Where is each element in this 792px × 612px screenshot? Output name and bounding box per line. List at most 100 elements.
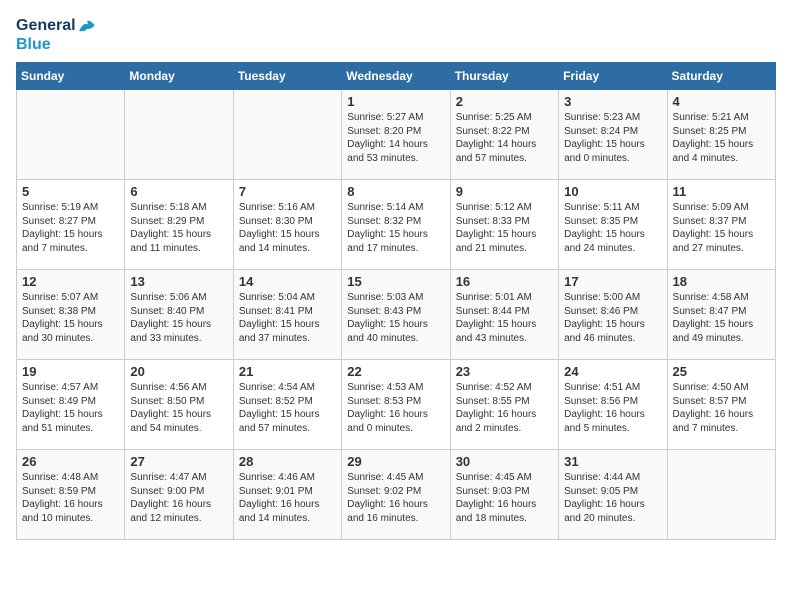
day-number: 26 (22, 454, 119, 469)
header-monday: Monday (125, 63, 233, 90)
day-number: 16 (456, 274, 553, 289)
day-number: 21 (239, 364, 336, 379)
calendar-cell (125, 90, 233, 180)
day-number: 11 (673, 184, 770, 199)
calendar-cell: 23 Sunrise: 4:52 AM Sunset: 8:55 PM Dayli… (450, 360, 558, 450)
day-info: Sunrise: 4:54 AM Sunset: 8:52 PM Dayligh… (239, 381, 336, 435)
header-friday: Friday (559, 63, 667, 90)
day-info: Sunrise: 5:04 AM Sunset: 8:41 PM Dayligh… (239, 291, 336, 345)
calendar-cell: 14 Sunrise: 5:04 AM Sunset: 8:41 PM Dayli… (233, 270, 341, 360)
day-number: 8 (347, 184, 444, 199)
day-info: Sunrise: 4:45 AM Sunset: 9:03 PM Dayligh… (456, 471, 553, 525)
day-info: Sunrise: 4:58 AM Sunset: 8:47 PM Dayligh… (673, 291, 770, 345)
day-info: Sunrise: 5:14 AM Sunset: 8:32 PM Dayligh… (347, 201, 444, 255)
calendar-cell: 16 Sunrise: 5:01 AM Sunset: 8:44 PM Dayli… (450, 270, 558, 360)
day-number: 15 (347, 274, 444, 289)
calendar-cell: 3 Sunrise: 5:23 AM Sunset: 8:24 PM Daylig… (559, 90, 667, 180)
calendar-cell: 10 Sunrise: 5:11 AM Sunset: 8:35 PM Dayli… (559, 180, 667, 270)
calendar-cell: 27 Sunrise: 4:47 AM Sunset: 9:00 PM Dayli… (125, 450, 233, 540)
day-info: Sunrise: 5:19 AM Sunset: 8:27 PM Dayligh… (22, 201, 119, 255)
day-number: 9 (456, 184, 553, 199)
day-number: 1 (347, 94, 444, 109)
logo-text: General Blue (16, 16, 95, 54)
day-number: 31 (564, 454, 661, 469)
calendar-cell: 29 Sunrise: 4:45 AM Sunset: 9:02 PM Dayli… (342, 450, 450, 540)
day-info: Sunrise: 5:16 AM Sunset: 8:30 PM Dayligh… (239, 201, 336, 255)
day-info: Sunrise: 5:25 AM Sunset: 8:22 PM Dayligh… (456, 111, 553, 165)
header-tuesday: Tuesday (233, 63, 341, 90)
calendar-week-row: 26 Sunrise: 4:48 AM Sunset: 8:59 PM Dayli… (17, 450, 776, 540)
day-info: Sunrise: 5:01 AM Sunset: 8:44 PM Dayligh… (456, 291, 553, 345)
calendar-week-row: 19Sunrise: 4:57 AM Sunset: 8:49 PM Dayli… (17, 360, 776, 450)
calendar-cell: 21 Sunrise: 4:54 AM Sunset: 8:52 PM Dayli… (233, 360, 341, 450)
day-info: Sunrise: 5:11 AM Sunset: 8:35 PM Dayligh… (564, 201, 661, 255)
day-info: Sunrise: 5:18 AM Sunset: 8:29 PM Dayligh… (130, 201, 227, 255)
day-info: Sunrise: 4:47 AM Sunset: 9:00 PM Dayligh… (130, 471, 227, 525)
calendar-cell: 13 Sunrise: 5:06 AM Sunset: 8:40 PM Dayli… (125, 270, 233, 360)
calendar-cell (17, 90, 125, 180)
calendar-cell: 31 Sunrise: 4:44 AM Sunset: 9:05 PM Dayli… (559, 450, 667, 540)
day-number: 20 (130, 364, 227, 379)
calendar-cell: 26 Sunrise: 4:48 AM Sunset: 8:59 PM Dayli… (17, 450, 125, 540)
calendar-cell: 15 Sunrise: 5:03 AM Sunset: 8:43 PM Dayli… (342, 270, 450, 360)
day-info: Sunrise: 5:07 AM Sunset: 8:38 PM Dayligh… (22, 291, 119, 345)
calendar-header-row: SundayMondayTuesdayWednesdayThursdayFrid… (17, 63, 776, 90)
day-info: Sunrise: 5:00 AM Sunset: 8:46 PM Dayligh… (564, 291, 661, 345)
calendar-cell: 20Sunrise: 4:56 AM Sunset: 8:50 PM Dayli… (125, 360, 233, 450)
calendar-cell (667, 450, 775, 540)
day-number: 22 (347, 364, 444, 379)
calendar-cell: 8 Sunrise: 5:14 AM Sunset: 8:32 PM Daylig… (342, 180, 450, 270)
day-info: Sunrise: 5:23 AM Sunset: 8:24 PM Dayligh… (564, 111, 661, 165)
day-info: Sunrise: 4:57 AM Sunset: 8:49 PM Dayligh… (22, 381, 119, 435)
calendar-cell: 12 Sunrise: 5:07 AM Sunset: 8:38 PM Dayli… (17, 270, 125, 360)
day-number: 14 (239, 274, 336, 289)
calendar-cell: 28 Sunrise: 4:46 AM Sunset: 9:01 PM Dayli… (233, 450, 341, 540)
day-number: 24 (564, 364, 661, 379)
calendar-cell: 19Sunrise: 4:57 AM Sunset: 8:49 PM Dayli… (17, 360, 125, 450)
day-info: Sunrise: 4:45 AM Sunset: 9:02 PM Dayligh… (347, 471, 444, 525)
day-info: Sunrise: 4:46 AM Sunset: 9:01 PM Dayligh… (239, 471, 336, 525)
day-info: Sunrise: 5:12 AM Sunset: 8:33 PM Dayligh… (456, 201, 553, 255)
day-info: Sunrise: 4:48 AM Sunset: 8:59 PM Dayligh… (22, 471, 119, 525)
day-info: Sunrise: 4:52 AM Sunset: 8:55 PM Dayligh… (456, 381, 553, 435)
day-info: Sunrise: 5:03 AM Sunset: 8:43 PM Dayligh… (347, 291, 444, 345)
calendar-cell: 7 Sunrise: 5:16 AM Sunset: 8:30 PM Daylig… (233, 180, 341, 270)
day-number: 28 (239, 454, 336, 469)
day-number: 12 (22, 274, 119, 289)
day-info: Sunrise: 4:53 AM Sunset: 8:53 PM Dayligh… (347, 381, 444, 435)
day-number: 2 (456, 94, 553, 109)
header-sunday: Sunday (17, 63, 125, 90)
day-number: 6 (130, 184, 227, 199)
day-info: Sunrise: 4:51 AM Sunset: 8:56 PM Dayligh… (564, 381, 661, 435)
logo: General Blue (16, 16, 95, 54)
day-number: 29 (347, 454, 444, 469)
calendar-week-row: 5 Sunrise: 5:19 AM Sunset: 8:27 PM Daylig… (17, 180, 776, 270)
logo-bird-icon (77, 19, 95, 33)
day-info: Sunrise: 5:21 AM Sunset: 8:25 PM Dayligh… (673, 111, 770, 165)
calendar-cell: 11Sunrise: 5:09 AM Sunset: 8:37 PM Dayli… (667, 180, 775, 270)
day-info: Sunrise: 5:27 AM Sunset: 8:20 PM Dayligh… (347, 111, 444, 165)
day-info: Sunrise: 4:50 AM Sunset: 8:57 PM Dayligh… (673, 381, 770, 435)
calendar-cell: 6 Sunrise: 5:18 AM Sunset: 8:29 PM Daylig… (125, 180, 233, 270)
day-number: 5 (22, 184, 119, 199)
calendar-cell: 25Sunrise: 4:50 AM Sunset: 8:57 PM Dayli… (667, 360, 775, 450)
calendar-cell: 9 Sunrise: 5:12 AM Sunset: 8:33 PM Daylig… (450, 180, 558, 270)
day-number: 4 (673, 94, 770, 109)
calendar-cell: 5 Sunrise: 5:19 AM Sunset: 8:27 PM Daylig… (17, 180, 125, 270)
day-info: Sunrise: 4:44 AM Sunset: 9:05 PM Dayligh… (564, 471, 661, 525)
day-number: 18 (673, 274, 770, 289)
day-number: 10 (564, 184, 661, 199)
day-number: 7 (239, 184, 336, 199)
calendar-week-row: 12 Sunrise: 5:07 AM Sunset: 8:38 PM Dayli… (17, 270, 776, 360)
calendar-cell (233, 90, 341, 180)
calendar-cell: 2 Sunrise: 5:25 AM Sunset: 8:22 PM Daylig… (450, 90, 558, 180)
day-info: Sunrise: 5:06 AM Sunset: 8:40 PM Dayligh… (130, 291, 227, 345)
calendar-cell: 17Sunrise: 5:00 AM Sunset: 8:46 PM Dayli… (559, 270, 667, 360)
day-number: 13 (130, 274, 227, 289)
day-number: 23 (456, 364, 553, 379)
day-number: 30 (456, 454, 553, 469)
day-number: 3 (564, 94, 661, 109)
calendar-cell: 18 Sunrise: 4:58 AM Sunset: 8:47 PM Dayli… (667, 270, 775, 360)
calendar-cell: 22 Sunrise: 4:53 AM Sunset: 8:53 PM Dayli… (342, 360, 450, 450)
day-number: 27 (130, 454, 227, 469)
